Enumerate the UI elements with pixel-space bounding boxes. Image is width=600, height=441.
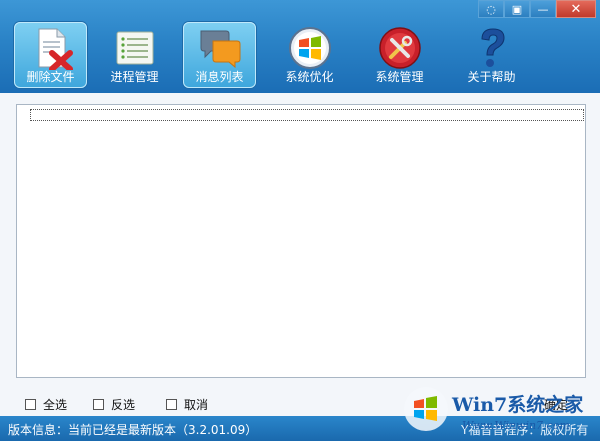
minimize-button[interactable]: —: [530, 0, 556, 18]
toolbar-about-help[interactable]: 关于帮助: [455, 22, 528, 88]
question-mark-icon: [480, 28, 505, 67]
watermark-logo: Win7系统之家 Www.Winwin7.com: [404, 387, 584, 432]
toolbar-label: 关于帮助: [467, 70, 516, 84]
watermark-site: Www.Winwin7.com: [462, 419, 570, 432]
invert-selection-checkbox[interactable]: 反选: [93, 396, 135, 413]
menu-button[interactable]: ▣: [504, 0, 530, 18]
window-controls: ◌ ▣ — ✕: [478, 0, 596, 18]
tools-icon: [378, 27, 421, 69]
select-all-label: 全选: [43, 398, 68, 412]
process-list-icon: [116, 31, 153, 65]
toolbar-label: 系统优化: [285, 70, 334, 84]
content-area: 全选 反选 取消 确定: [0, 93, 600, 416]
select-all-checkbox[interactable]: 全选: [25, 396, 67, 413]
message-listbox[interactable]: [16, 104, 586, 378]
toolbar: ◌ ▣ — ✕ 删除文件 进程管理 消息列表 系统优化 系统管理 关于帮助: [0, 0, 600, 93]
app-window: ◌ ▣ — ✕ 删除文件 进程管理 消息列表 系统优化 系统管理 关于帮助 全选…: [0, 0, 600, 441]
skin-button[interactable]: ◌: [478, 0, 504, 18]
toolbar-delete-files[interactable]: 删除文件: [14, 22, 87, 88]
toolbar-label: 删除文件: [26, 70, 75, 84]
toolbar-message-list[interactable]: 消息列表: [183, 22, 256, 88]
checkbox-box[interactable]: [25, 399, 36, 410]
cancel-checkbox[interactable]: 取消: [166, 396, 208, 413]
version-info: 版本信息：当前已经是最新版本（3.2.01.09）: [8, 423, 258, 437]
close-button[interactable]: ✕: [556, 0, 596, 18]
checkbox-box[interactable]: [93, 399, 104, 410]
watermark-brand: Win7系统之家: [451, 393, 584, 416]
toolbar-label: 系统管理: [375, 70, 424, 84]
invert-label: 反选: [111, 398, 136, 412]
windows-logo-icon: [288, 27, 331, 69]
toolbar-label: 进程管理: [110, 70, 159, 84]
checkbox-box[interactable]: [166, 399, 177, 410]
toolbar-label: 消息列表: [195, 70, 244, 84]
toolbar-process-management[interactable]: 进程管理: [98, 22, 171, 88]
toolbar-system-management[interactable]: 系统管理: [363, 22, 436, 88]
delete-file-icon: [38, 28, 73, 70]
toolbar-system-optimize[interactable]: 系统优化: [273, 22, 346, 88]
cancel-label: 取消: [184, 398, 209, 412]
list-focus-row[interactable]: [30, 109, 584, 121]
message-bubbles-icon: [200, 30, 240, 69]
